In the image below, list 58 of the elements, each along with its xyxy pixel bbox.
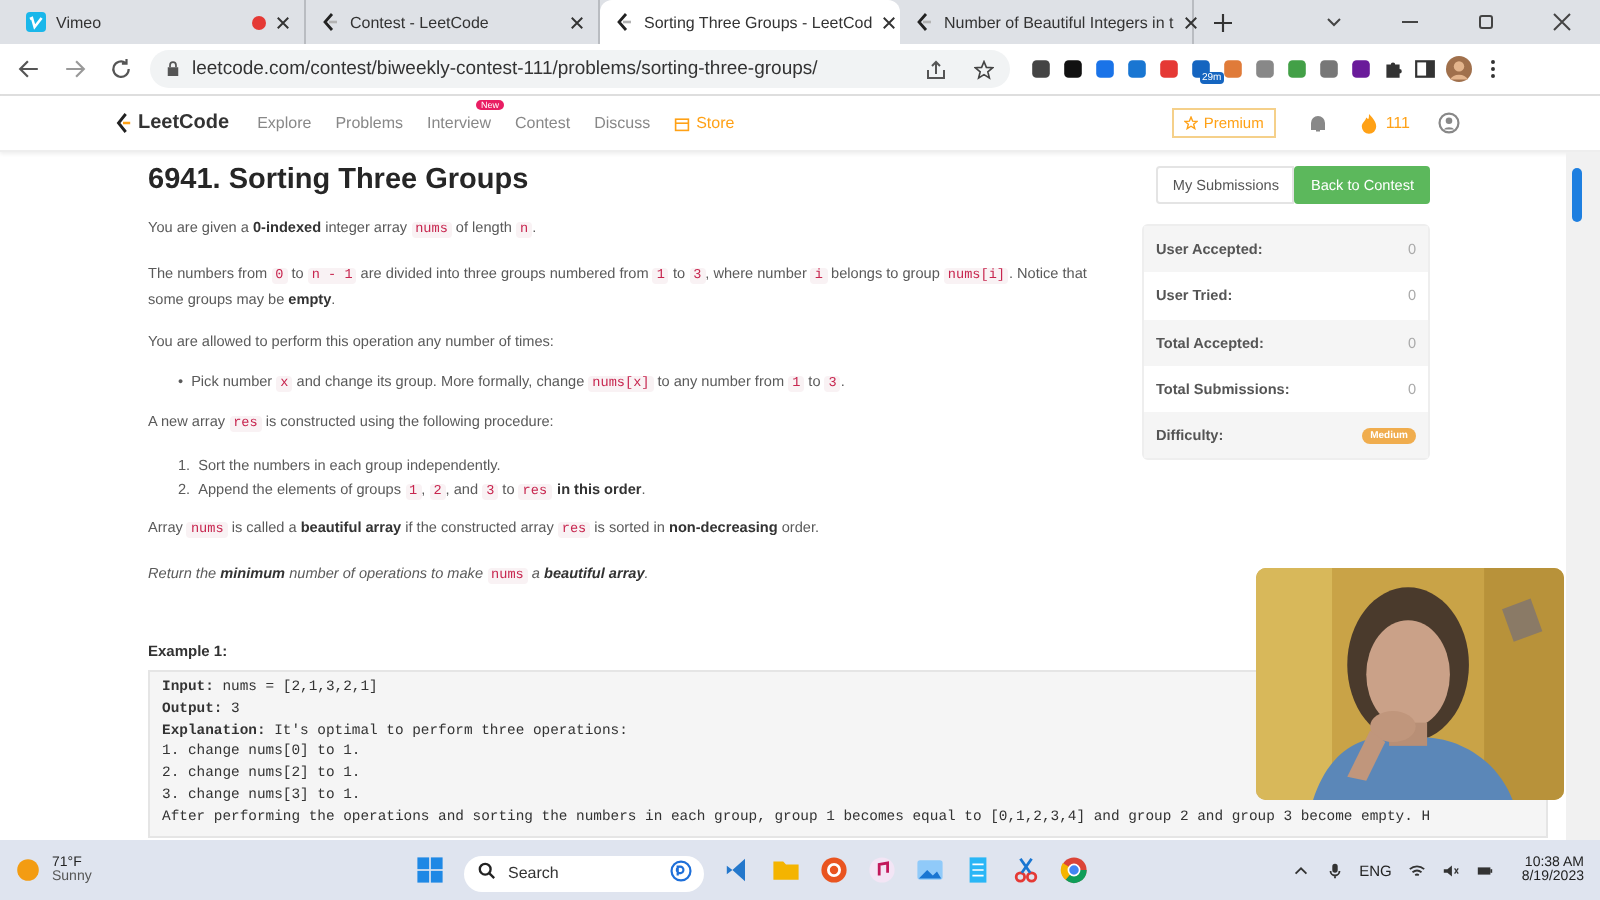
- new-tab-icon[interactable]: [1214, 13, 1232, 31]
- nav-link[interactable]: Interview: [426, 114, 491, 132]
- nav-link[interactable]: Explore: [257, 114, 312, 132]
- leetcode-icon: [320, 12, 340, 32]
- nav-link[interactable]: Contest: [515, 114, 571, 132]
- scrollbar[interactable]: [1566, 152, 1600, 840]
- leetcode-icon: [614, 12, 634, 32]
- photos-icon[interactable]: [916, 856, 944, 884]
- chevron-down-icon[interactable]: [1324, 12, 1344, 32]
- battery-icon[interactable]: [1475, 861, 1494, 879]
- extension-icon[interactable]: [1030, 58, 1052, 80]
- leetcode-icon: [914, 12, 934, 32]
- share-icon[interactable]: [926, 59, 946, 79]
- puzzle-icon[interactable]: [1382, 58, 1404, 80]
- site-logo[interactable]: LeetCode: [138, 112, 230, 134]
- streak-count: 111: [1385, 114, 1410, 132]
- forward-icon[interactable]: [64, 58, 86, 80]
- close-icon[interactable]: [1183, 15, 1198, 29]
- reload-icon[interactable]: [110, 58, 132, 80]
- lock-icon: [166, 60, 180, 78]
- close-icon[interactable]: [276, 15, 290, 29]
- circle-app-icon[interactable]: [820, 856, 848, 884]
- copilot-icon[interactable]: [670, 859, 692, 881]
- star-icon[interactable]: [974, 59, 994, 79]
- side-panel-icon[interactable]: [1414, 58, 1436, 80]
- speaker-icon[interactable]: [1441, 861, 1460, 879]
- microphone-icon[interactable]: [1325, 861, 1344, 879]
- avatar-icon[interactable]: [1446, 56, 1472, 82]
- vimeo-icon: [26, 12, 46, 32]
- problem-title: 6941. Sorting Three Groups: [148, 164, 531, 196]
- extension-icon[interactable]: [1062, 58, 1084, 80]
- leetcode-logo-icon[interactable]: [114, 112, 132, 134]
- search-field[interactable]: Search: [464, 855, 704, 891]
- scissors-icon[interactable]: [1012, 856, 1040, 884]
- back-icon[interactable]: [18, 58, 40, 80]
- nav-link[interactable]: Discuss: [594, 114, 651, 132]
- browser-tab[interactable]: Sorting Three Groups - LeetCod: [600, 0, 900, 44]
- close-icon[interactable]: [570, 15, 584, 29]
- windows-logo-icon[interactable]: [416, 856, 444, 884]
- user-icon[interactable]: [1438, 112, 1460, 134]
- star-icon: [1183, 116, 1198, 130]
- address-bar[interactable]: leetcode.com/contest/biweekly-contest-111/problems/sorting-three-groups/: [150, 50, 1010, 88]
- tab-title: Contest - LeetCode: [350, 13, 491, 31]
- extension-icon[interactable]: [1350, 58, 1372, 80]
- tab-title: Vimeo: [56, 13, 104, 31]
- nav-link[interactable]: Problems: [335, 114, 403, 132]
- tab-title: Number of Beautiful Integers in t: [944, 13, 1174, 31]
- tab-title: Sorting Three Groups - LeetCod: [644, 13, 873, 31]
- bell-icon[interactable]: [1307, 113, 1328, 133]
- close-icon[interactable]: [882, 15, 897, 29]
- wifi-icon[interactable]: [1407, 861, 1426, 879]
- music-icon[interactable]: [868, 856, 896, 884]
- flame-icon: [1359, 112, 1378, 134]
- store-icon: [674, 115, 691, 131]
- search-icon: [478, 861, 496, 879]
- close-icon[interactable]: [1552, 12, 1572, 32]
- restore-icon[interactable]: [1476, 12, 1496, 32]
- browser-icon[interactable]: [1060, 856, 1088, 884]
